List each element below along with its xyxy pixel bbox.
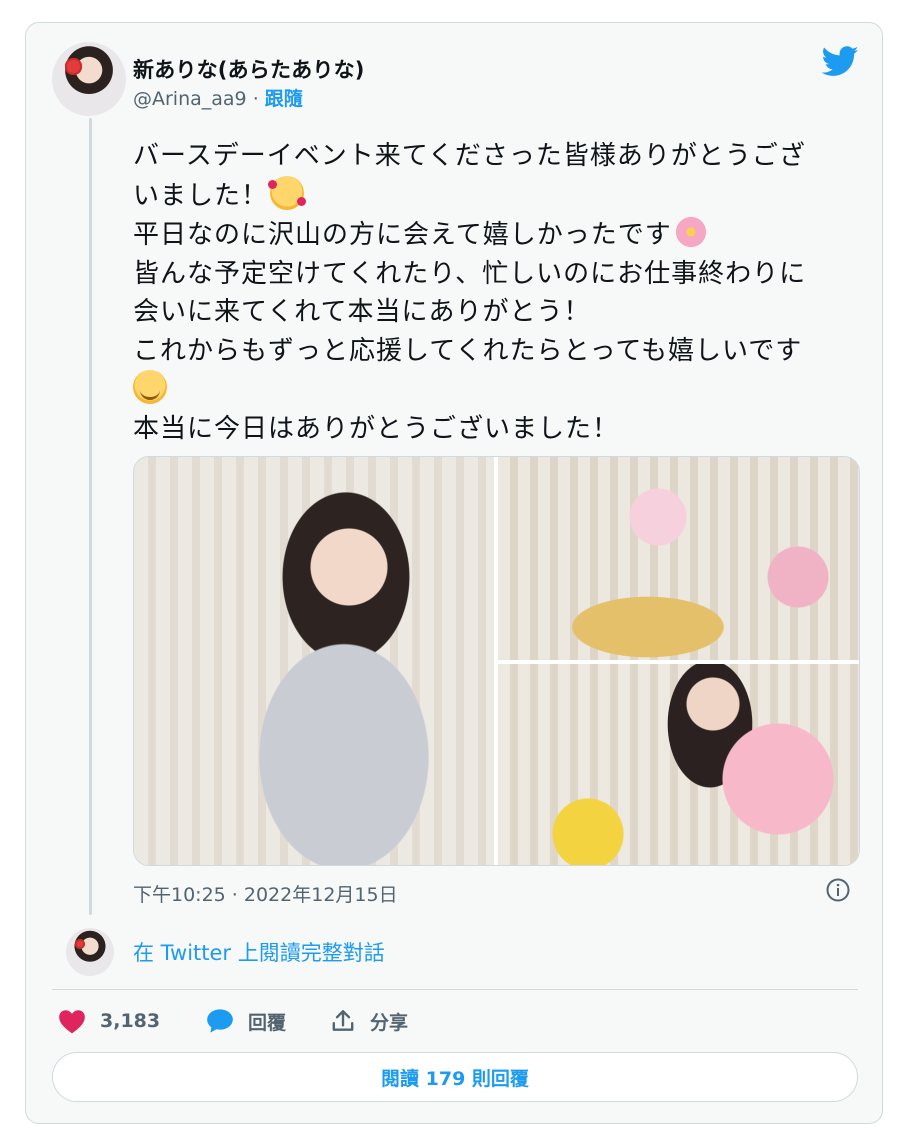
photo-portrait[interactable] bbox=[134, 457, 494, 865]
share-label: 分享 bbox=[370, 1011, 409, 1034]
tweet-line: バースデーイベント来てくださった皆様ありがとうござ bbox=[133, 137, 868, 176]
tweet-line-text: 本当に今日はありがとうございました！ bbox=[133, 413, 620, 444]
tweet-line-text: 皆んな予定空けてくれたり、忙しいのにお仕事終わりに bbox=[133, 258, 807, 289]
author-avatar[interactable] bbox=[52, 42, 126, 116]
like-button[interactable]: 3,183 bbox=[58, 1006, 160, 1036]
tweet-line-text: 平日なのに沢山の方に会えて嬉しかったです bbox=[133, 220, 672, 250]
tweet-line: 皆んな予定空けてくれたり、忙しいのにお仕事終わりに bbox=[133, 255, 868, 294]
follow-link[interactable]: 跟隨 bbox=[265, 88, 303, 110]
heart-icon bbox=[59, 1010, 85, 1034]
tweet-line bbox=[133, 370, 868, 410]
tweet-line: いました！ bbox=[133, 175, 868, 216]
read-replies-button[interactable]: 閱讀 179 則回覆 bbox=[52, 1052, 858, 1102]
share-button[interactable]: 分享 bbox=[330, 1006, 408, 1036]
read-full-conversation-link[interactable]: 在 Twitter 上閱讀完整對話 bbox=[133, 937, 385, 967]
author-handle-row: @Arina_aa9 · 跟隨 bbox=[133, 84, 303, 111]
reader-avatar[interactable] bbox=[66, 928, 114, 976]
twitter-bird-icon[interactable] bbox=[822, 46, 859, 77]
smiling-face-icon bbox=[133, 370, 167, 404]
like-count: 3,183 bbox=[100, 1010, 161, 1032]
cherry-blossom-icon bbox=[673, 215, 708, 249]
tweet-line: 平日なのに沢山の方に会えて嬉しかったです bbox=[133, 215, 868, 255]
tweet-line: 本当に今日はありがとうございました！ bbox=[133, 410, 868, 449]
media-grid bbox=[133, 456, 860, 866]
tweet-timestamp[interactable]: 下午10:25 · 2022年12月15日 bbox=[133, 880, 398, 907]
tweet-line-text: いました！ bbox=[133, 180, 269, 211]
handle-separator: · bbox=[252, 88, 259, 110]
info-icon[interactable] bbox=[826, 878, 850, 902]
tweet-text: バースデーイベント来てくださった皆様ありがとうござ いました！ 平日なのに沢山の… bbox=[133, 137, 868, 448]
photo-flower-cake[interactable] bbox=[498, 664, 859, 865]
photo-gifts[interactable] bbox=[498, 457, 859, 660]
divider bbox=[52, 989, 858, 990]
tweet-line: これからもずっと応援してくれたらとっても嬉しいです bbox=[133, 332, 868, 371]
thread-line bbox=[89, 118, 92, 915]
reply-button[interactable]: 回覆 bbox=[206, 1006, 286, 1036]
flower-decoration bbox=[65, 58, 82, 75]
flower-decoration bbox=[74, 938, 86, 950]
reply-label: 回覆 bbox=[248, 1011, 287, 1034]
author-handle[interactable]: @Arina_aa9 bbox=[133, 88, 247, 110]
share-icon bbox=[332, 1010, 354, 1031]
tweet-line-text: これからもずっと応援してくれたらとっても嬉しいです bbox=[133, 335, 803, 366]
author-display-name[interactable]: 新ありな(あらたありな) bbox=[133, 54, 365, 84]
tweet-line-text: 会いに来てくれて本当にありがとう！ bbox=[133, 297, 591, 327]
tweet-line: 会いに来てくれて本当にありがとう！ bbox=[133, 293, 868, 332]
tweet-line-text: バースデーイベント来てくださった皆様ありがとうござ bbox=[133, 141, 806, 171]
reply-bubble-icon bbox=[207, 1009, 233, 1033]
smiling-face-with-hearts-icon bbox=[268, 175, 307, 210]
